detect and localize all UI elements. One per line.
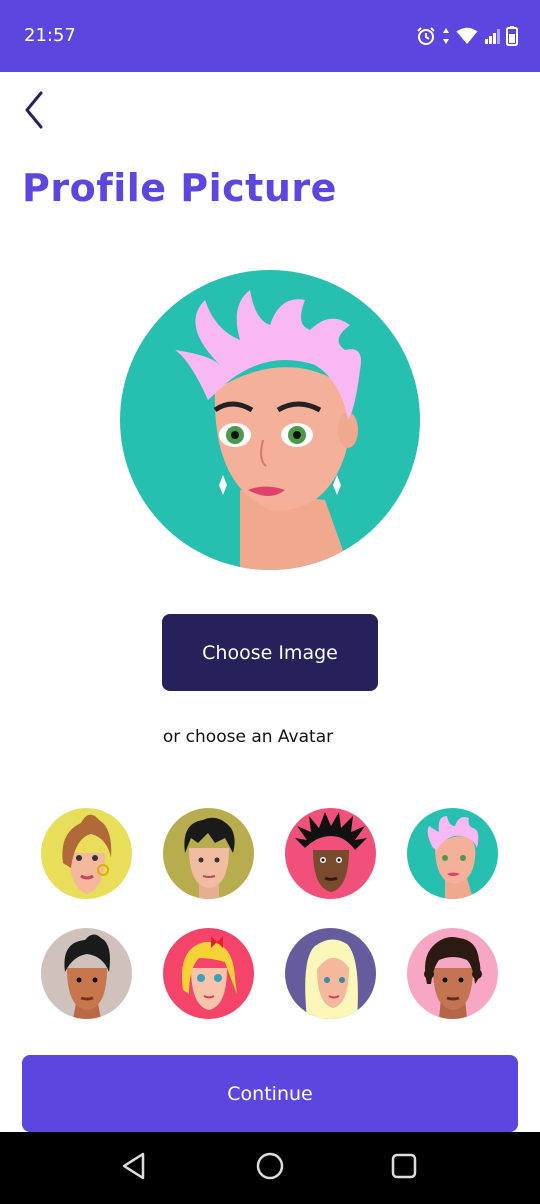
home-circle-icon	[255, 1151, 285, 1185]
signal-icon	[484, 28, 500, 44]
avatar-option-black-spiky[interactable]	[163, 808, 254, 899]
battery-icon	[506, 26, 518, 46]
avatar-option-platinum-long[interactable]	[285, 928, 376, 1019]
back-button[interactable]	[14, 88, 54, 136]
profile-picture-preview	[120, 270, 420, 570]
avatar-option-dreadlocks[interactable]	[285, 808, 376, 899]
avatar-option-blonde-bow[interactable]	[163, 928, 254, 1019]
page-title: Profile Picture	[22, 166, 337, 210]
avatar-option-curly-dark[interactable]	[407, 928, 498, 1019]
choose-image-button[interactable]: Choose Image	[162, 614, 378, 691]
back-triangle-icon	[119, 1151, 149, 1185]
data-transfer-icon	[442, 27, 450, 45]
status-time: 21:57	[24, 25, 76, 46]
continue-button[interactable]: Continue	[22, 1055, 518, 1132]
wifi-icon	[456, 27, 478, 45]
status-icons	[416, 24, 518, 48]
alarm-icon	[416, 26, 436, 46]
nav-back-button[interactable]	[116, 1150, 152, 1186]
avatar-option-pink-short-hair[interactable]	[407, 808, 498, 899]
nav-recents-button[interactable]	[386, 1150, 422, 1186]
status-bar: 21:57	[0, 0, 540, 72]
chevron-left-icon	[22, 90, 46, 134]
nav-home-button[interactable]	[252, 1150, 288, 1186]
avatar-option-brown-bun[interactable]	[41, 808, 132, 899]
recents-square-icon	[389, 1151, 419, 1185]
choose-avatar-hint: or choose an Avatar	[162, 727, 334, 747]
system-nav-bar	[0, 1132, 540, 1204]
avatar-option-dark-quiff[interactable]	[41, 928, 132, 1019]
